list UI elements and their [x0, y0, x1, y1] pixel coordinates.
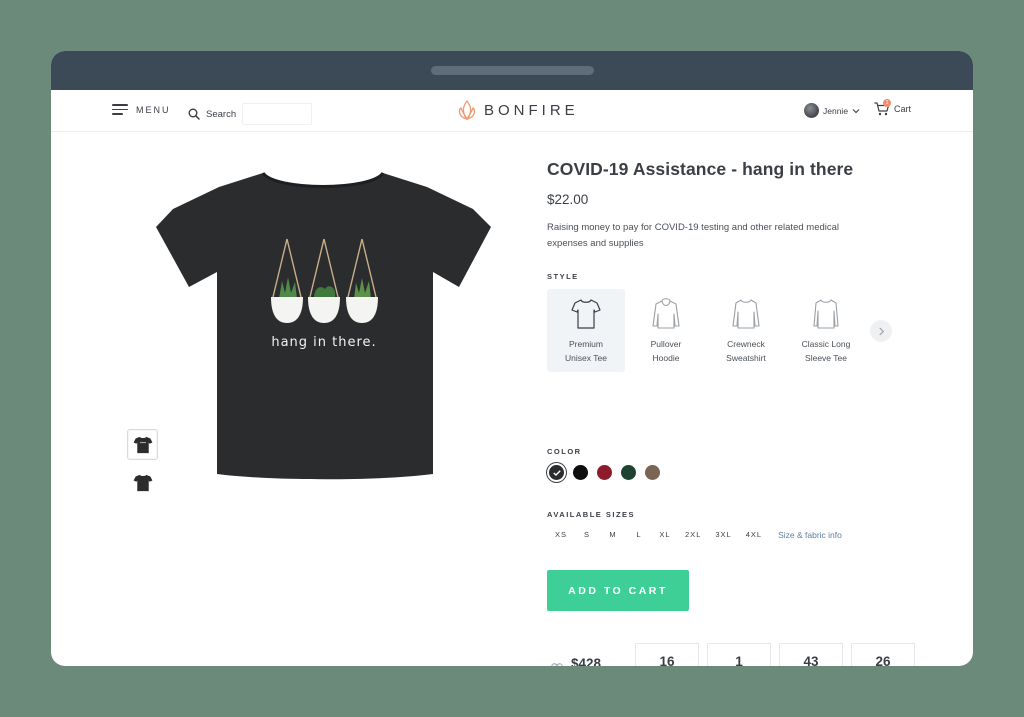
cart-count-badge: 1: [883, 99, 891, 107]
tshirt-thumbnail-icon: [133, 436, 152, 453]
title-bar: [51, 51, 973, 90]
raised-summary: $428 raised: [547, 655, 627, 667]
size-option-2xl[interactable]: 2XL: [679, 526, 707, 543]
style-option-sweatshirt[interactable]: Crewneck Sweatshirt: [707, 289, 785, 372]
tshirt-body: [156, 173, 491, 480]
browser-window: MENU Search BONFIRE Jennie 1 Cart hang i…: [51, 51, 973, 666]
sizes-label: AVAILABLE SIZES: [547, 510, 636, 519]
search-input[interactable]: [242, 103, 313, 125]
size-option-xl[interactable]: XL: [653, 526, 677, 543]
product-image: hang in there.: [156, 171, 491, 480]
size-fabric-info-link[interactable]: Size & fabric info: [778, 530, 842, 540]
shirt-print-text: hang in there.: [271, 335, 376, 350]
color-swatch-maroon[interactable]: [597, 465, 612, 480]
countdown-mins: 43 mins: [779, 643, 843, 666]
color-swatch-charcoal[interactable]: [549, 465, 564, 480]
heart-icon[interactable]: [551, 662, 563, 667]
chevron-right-icon: [878, 327, 884, 335]
size-options: XS S M L XL 2XL 3XL 4XL Size & fabric in…: [549, 526, 842, 543]
campaign-stats: $428 raised 16 days 1 hour 43 mins 26 se…: [547, 643, 915, 666]
address-bar[interactable]: [431, 66, 594, 75]
tshirt-thumbnail-icon: [133, 474, 152, 491]
countdown-hours: 1 hour: [707, 643, 771, 666]
countdown-value: 1: [735, 654, 743, 666]
brand-name: BONFIRE: [484, 101, 579, 119]
product-price: $22.00: [547, 192, 589, 207]
style-label: STYLE: [547, 272, 579, 281]
hamburger-icon: [112, 104, 128, 115]
color-label: COLOR: [547, 447, 582, 456]
style-option-premium-tee[interactable]: Premium Unisex Tee: [547, 289, 625, 372]
style-name-line1: Premium: [568, 339, 603, 349]
countdown-secs: 26 secs: [851, 643, 915, 666]
style-name-line2: Sweatshirt: [726, 353, 766, 363]
product-description: Raising money to pay for COVID-19 testin…: [547, 222, 840, 249]
size-option-3xl[interactable]: 3XL: [709, 526, 737, 543]
styles-next-button[interactable]: [870, 320, 892, 342]
style-options: Premium Unisex Tee Pullover Hoodie Crewnec…: [547, 289, 865, 372]
user-menu[interactable]: Jennie: [804, 103, 860, 118]
flame-logo-icon: [458, 100, 476, 120]
size-option-s[interactable]: S: [575, 526, 599, 543]
color-swatch-brown[interactable]: [645, 465, 660, 480]
color-swatch-forest-green[interactable]: [621, 465, 636, 480]
style-name-line2: Unisex Tee: [565, 353, 607, 363]
style-option-hoodie[interactable]: Pullover Hoodie: [627, 289, 705, 372]
chevron-down-icon: [852, 108, 860, 113]
product-info: COVID-19 Assistance - hang in there $22.…: [547, 159, 927, 666]
countdown-value: 16: [659, 654, 675, 666]
hoodie-icon: [652, 298, 680, 329]
sweatshirt-icon: [732, 299, 760, 329]
style-name-line1: Crewneck: [727, 339, 765, 349]
style-name-line2: Hoodie: [652, 353, 680, 363]
search-label: Search: [206, 108, 237, 120]
avatar: [804, 103, 819, 118]
long-sleeve-icon: [813, 299, 839, 329]
style-name-line1: Pullover: [650, 339, 682, 349]
check-icon: [552, 469, 561, 476]
countdown-value: 43: [803, 654, 819, 666]
tshirt-icon: [571, 299, 601, 329]
brand-logo-link[interactable]: BONFIRE: [458, 100, 579, 120]
color-swatches: [549, 465, 660, 480]
countdown-value: 26: [875, 654, 891, 666]
size-option-xs[interactable]: XS: [549, 526, 573, 543]
user-name: Jennie: [823, 105, 849, 116]
menu-label: MENU: [136, 104, 171, 115]
search-icon[interactable]: [188, 108, 200, 120]
countdown-days: 16 days: [635, 643, 699, 666]
raised-amount: $428: [571, 655, 602, 667]
style-option-long-sleeve[interactable]: Classic Long Sleeve Tee: [787, 289, 865, 372]
size-option-m[interactable]: M: [601, 526, 625, 543]
cart-button[interactable]: 1 Cart: [874, 99, 912, 116]
search: Search: [188, 103, 313, 125]
top-nav: MENU Search BONFIRE Jennie 1 Cart: [51, 90, 973, 132]
size-option-4xl[interactable]: 4XL: [740, 526, 768, 543]
size-option-l[interactable]: L: [627, 526, 651, 543]
style-name-line2: Sleeve Tee: [805, 353, 847, 363]
menu-button[interactable]: MENU: [112, 104, 171, 115]
cart-label: Cart: [894, 104, 912, 114]
style-name-line1: Classic Long: [801, 339, 851, 349]
product-title: COVID-19 Assistance - hang in there: [547, 159, 854, 179]
add-to-cart-button[interactable]: ADD TO CART: [547, 570, 689, 611]
cart-icon: 1: [874, 99, 891, 116]
color-swatch-black[interactable]: [573, 465, 588, 480]
